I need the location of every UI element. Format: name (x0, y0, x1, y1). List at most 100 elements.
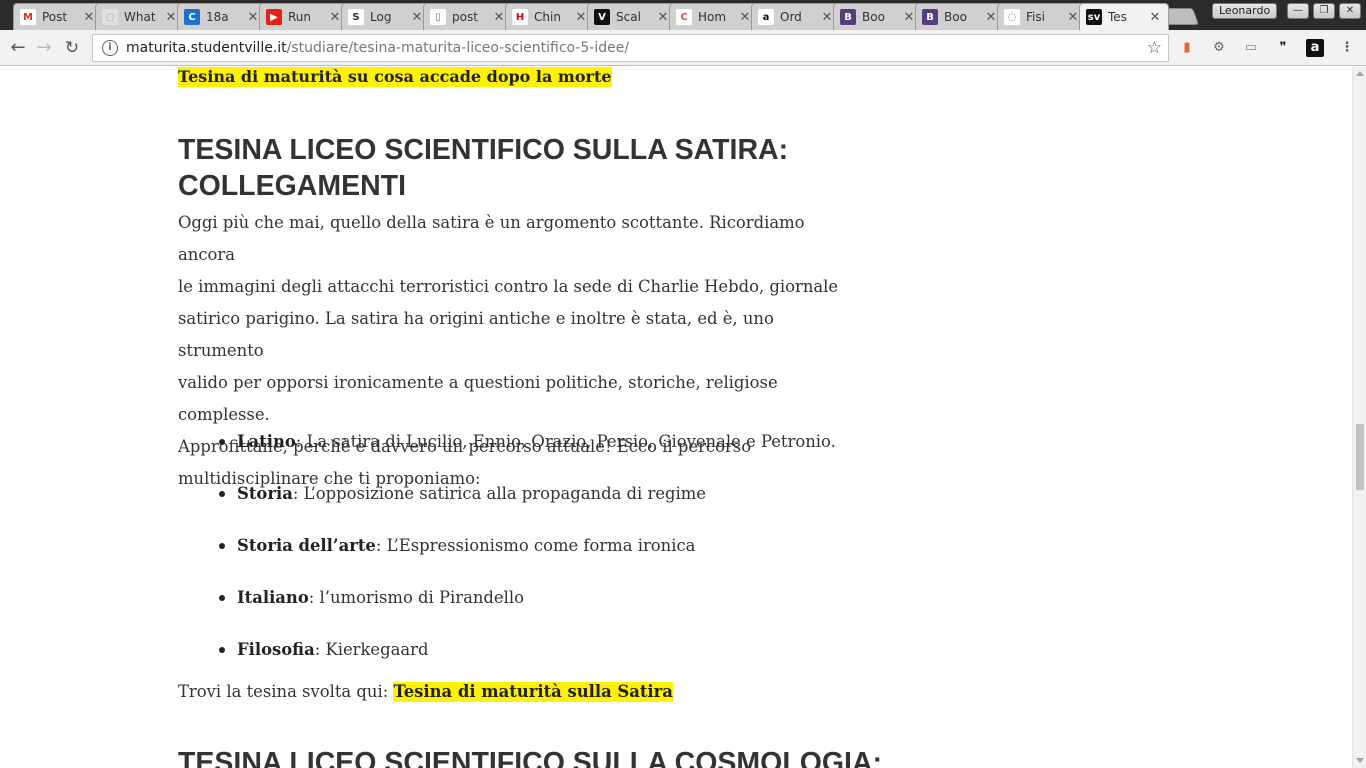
subject-name: Filosofia (237, 640, 315, 659)
subject-list: Latino: La satira di Lucilio, Ennio, Ora… (178, 432, 858, 692)
bullet (219, 439, 225, 445)
bullet (219, 647, 225, 653)
bookmark-star-icon[interactable]: ☆ (1147, 38, 1162, 58)
tab-close-icon[interactable]: ✕ (246, 10, 260, 25)
browser-tab[interactable]: ▯ post ✕ (423, 3, 513, 30)
scroll-down-icon[interactable] (1356, 758, 1364, 763)
page-content: Tesina di maturità su cosa accade dopo l… (0, 67, 1352, 768)
tab-close-icon[interactable]: ✕ (820, 10, 834, 25)
cast-extension-icon[interactable]: ▭ (1242, 39, 1260, 57)
tab-strip: M Post ✕ ◌ What ✕ C 18a ✕ ▶ Run ✕ S Log ✕ ▯ post ✕ H Chin ✕ V… (0, 0, 1366, 30)
quote-extension-icon[interactable]: ❞ (1274, 39, 1292, 57)
browser-tab[interactable]: C 18a ✕ (177, 3, 267, 30)
browser-tab[interactable]: C Hom ✕ (669, 3, 759, 30)
browser-tab[interactable]: B Boo ✕ (833, 3, 923, 30)
bootstrap-icon: B (840, 9, 856, 25)
restore-icon[interactable]: ❐ (1313, 3, 1335, 19)
heading-line-2: COLLEGAMENTI (178, 170, 406, 202)
subject-name: Storia (237, 484, 293, 503)
heading-line-1: TESINA LICEO SCIENTIFICO SULLA SATIRA: (178, 134, 789, 166)
loading-icon: ◌ (102, 9, 118, 25)
page-icon: ▯ (430, 9, 446, 25)
settings-extension-icon[interactable]: ⚙ (1210, 39, 1228, 57)
list-item: Latino: La satira di Lucilio, Ennio, Ora… (178, 432, 858, 484)
bullet (219, 543, 225, 549)
tab-close-icon[interactable]: ✕ (410, 10, 424, 25)
tab-title: Tes (1108, 10, 1127, 24)
tab-close-icon[interactable]: ✕ (656, 10, 670, 25)
c-icon: C (184, 9, 200, 25)
tab-close-icon[interactable]: ✕ (902, 10, 916, 25)
tab-close-icon[interactable]: ✕ (984, 10, 998, 25)
tesina-link-prefix: Trovi la tesina svolta qui: (178, 682, 394, 701)
reload-icon[interactable]: ↻ (60, 36, 84, 60)
tab-title: 18a (206, 10, 229, 24)
tab-close-icon[interactable]: ✕ (1148, 10, 1162, 25)
amazon-extension-icon[interactable]: a (1306, 39, 1324, 57)
hm-icon: H (512, 9, 528, 25)
tab-close-icon[interactable]: ✕ (738, 10, 752, 25)
tab-close-icon[interactable]: ✕ (1066, 10, 1080, 25)
paragraph-line: le immagini degli attacchi terroristici … (178, 277, 839, 296)
subject-name: Latino (237, 432, 296, 451)
tab-close-icon[interactable]: ✕ (492, 10, 506, 25)
paragraph-line: Oggi più che mai, quello della satira è … (178, 213, 805, 264)
minimize-icon[interactable]: — (1287, 3, 1309, 19)
tab-title: Log (370, 10, 392, 24)
s-icon: S (348, 9, 364, 25)
close-window-icon[interactable]: ✕ (1339, 3, 1361, 19)
v-icon: V (594, 9, 610, 25)
bootstrap-icon: B (922, 9, 938, 25)
sv-icon: sv (1086, 9, 1102, 25)
browser-tab[interactable]: H Chin ✕ (505, 3, 595, 30)
top-link-text[interactable]: Tesina di maturità su cosa accade dopo l… (178, 67, 612, 87)
tab-title: Hom (698, 10, 727, 24)
browser-tab[interactable]: ▶ Run ✕ (259, 3, 349, 30)
browser-tab[interactable]: ◌ Fisi ✕ (997, 3, 1087, 30)
browser-tab[interactable]: M Post ✕ (13, 3, 103, 30)
tab-title: What (124, 10, 156, 24)
gmail-icon: M (20, 9, 36, 25)
subject-text: : L’Espressionismo come forma ironica (375, 536, 696, 555)
tesina-satira-link[interactable]: Tesina di maturità sulla Satira (393, 682, 673, 702)
subject-text: : La satira di Lucilio, Ennio, Orazio, P… (295, 432, 836, 451)
tab-close-icon[interactable]: ✕ (574, 10, 588, 25)
scrollbar-thumb[interactable] (1356, 424, 1364, 490)
top-link[interactable]: Tesina di maturità su cosa accade dopo l… (178, 67, 612, 87)
tab-close-icon[interactable]: ✕ (82, 10, 96, 25)
browser-tab[interactable]: sv Tes ✕ (1079, 3, 1169, 30)
section-heading-cosmologia: TESINA LICEO SCIENTIFICO SULLA COSMOLOGI… (178, 747, 883, 768)
forward-icon[interactable]: → (32, 36, 56, 60)
scroll-up-icon[interactable] (1356, 71, 1364, 76)
browser-tab[interactable]: a Ord ✕ (751, 3, 841, 30)
menu-icon[interactable]: ⋮ (1338, 39, 1356, 57)
back-icon[interactable]: ← (6, 36, 30, 60)
loading-icon: ◌ (1004, 9, 1020, 25)
profile-button[interactable]: Leonardo (1212, 3, 1278, 19)
bullet (219, 491, 225, 497)
amazon-icon: a (758, 9, 774, 25)
url-path: /studiare/tesina-maturita-liceo-scientif… (286, 40, 630, 56)
office-extension-icon[interactable]: ▮ (1178, 39, 1196, 57)
youtube-icon: ▶ (266, 9, 282, 25)
c-ring-icon: C (676, 9, 692, 25)
browser-tab[interactable]: ◌ What ✕ (95, 3, 185, 30)
tab-title: Boo (862, 10, 885, 24)
browser-tab[interactable]: B Boo ✕ (915, 3, 1005, 30)
subject-text: : l’umorismo di Pirandello (308, 588, 524, 607)
address-bar[interactable]: i maturita.studentville.it/studiare/tesi… (92, 34, 1169, 62)
tesina-link-line: Trovi la tesina svolta qui: Tesina di ma… (178, 682, 673, 702)
browser-tab[interactable]: S Log ✕ (341, 3, 431, 30)
tab-close-icon[interactable]: ✕ (164, 10, 178, 25)
tab-title: Chin (534, 10, 561, 24)
subject-text: : Kierkegaard (314, 640, 429, 659)
info-icon[interactable]: i (102, 40, 118, 56)
section-heading-satira: TESINA LICEO SCIENTIFICO SULLA SATIRA: C… (178, 132, 788, 204)
subject-name: Italiano (237, 588, 309, 607)
bullet (219, 595, 225, 601)
browser-tab[interactable]: V Scal ✕ (587, 3, 677, 30)
tab-close-icon[interactable]: ✕ (328, 10, 342, 25)
tab-title: Scal (616, 10, 641, 24)
page-scrollbar[interactable] (1352, 67, 1366, 768)
tab-title: post (452, 10, 478, 24)
